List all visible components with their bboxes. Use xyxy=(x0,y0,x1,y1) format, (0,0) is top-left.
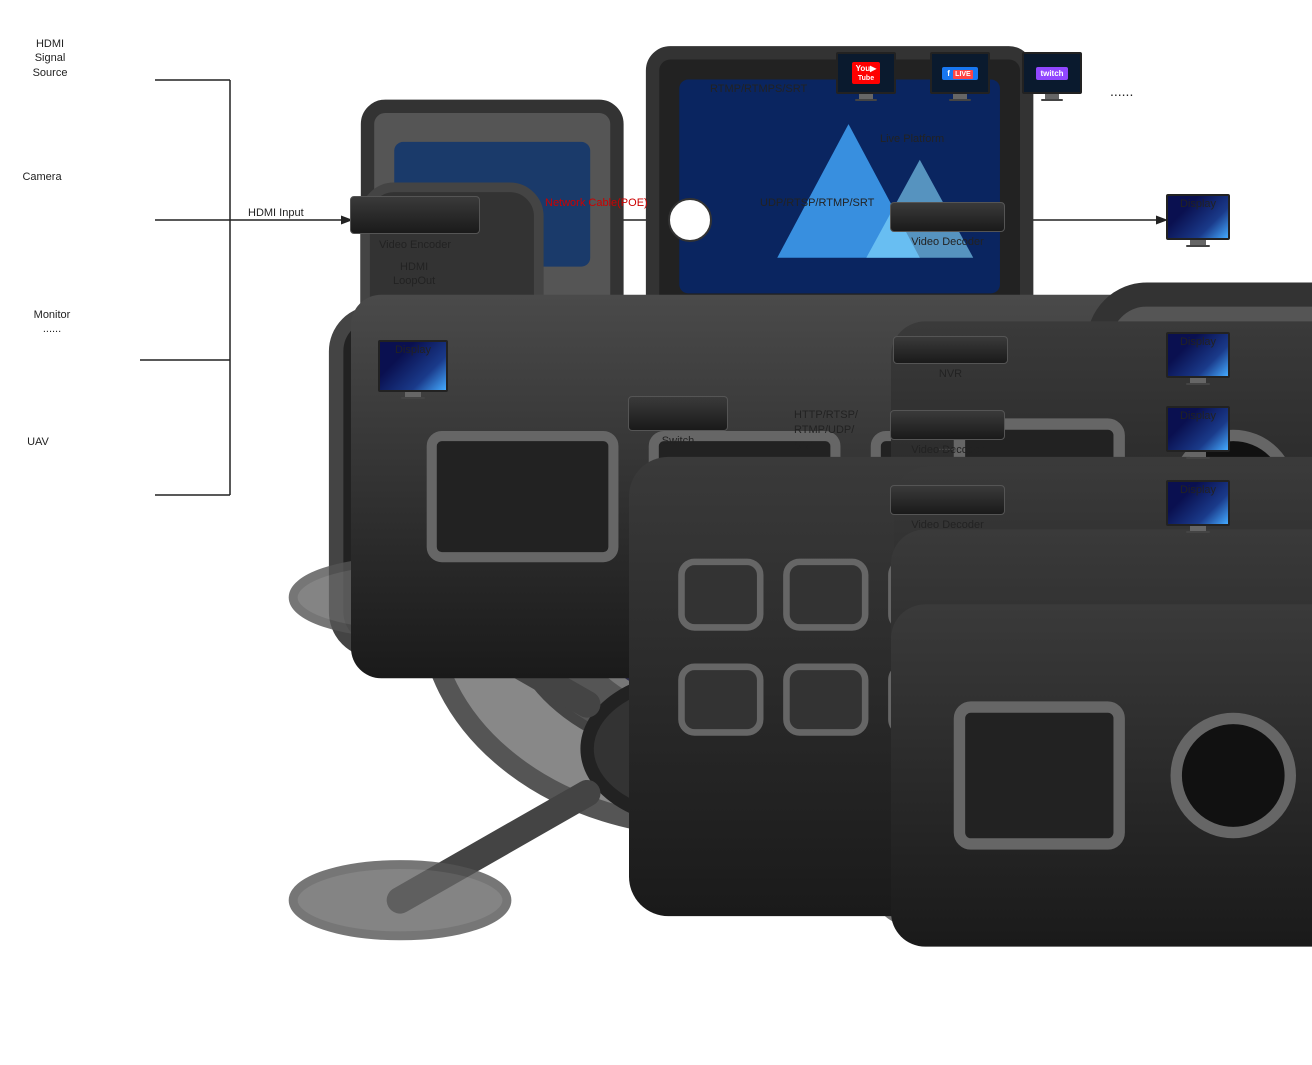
youtube-platform: You▶ Tube xyxy=(836,52,896,101)
hdmi-input-label: HDMI Input xyxy=(248,206,304,220)
hdmi-source-label: HDMI Signal Source xyxy=(33,37,68,80)
encoder-label: Video Encoder xyxy=(350,238,480,252)
display-nvr-container: Display xyxy=(1166,332,1230,385)
twitch-screen: twitch xyxy=(1022,52,1082,94)
video-decoder-mid-container: Video Decoder ...... xyxy=(890,410,1005,440)
decoder-bot-svg xyxy=(891,486,1312,1065)
facebook-platform: f LIVE xyxy=(930,52,990,101)
poe-icon-container xyxy=(668,198,712,242)
display-top-container: Display xyxy=(1166,194,1230,247)
decoder-mid-dots: ...... xyxy=(890,440,1005,454)
switch-box xyxy=(628,396,728,431)
display-mid-label: Display xyxy=(1180,409,1216,423)
loopout-display-label: Display xyxy=(395,343,431,357)
display-mid-container: Display xyxy=(1166,406,1230,459)
network-cable-label: Network Cable(POE) xyxy=(545,196,648,210)
switch-label: Switch xyxy=(628,434,728,448)
display-bot-container: Display xyxy=(1166,480,1230,533)
video-decoder-bot-box xyxy=(890,485,1005,515)
nvr-box xyxy=(893,336,1008,364)
monitor-label: Monitor...... xyxy=(34,308,71,337)
platform-ellipsis: ...... xyxy=(1110,82,1133,100)
http-label: HTTP/RTSP/RTMP/UDP/SRT... xyxy=(794,408,858,454)
network-diagram: HDMI Signal Source Camera xyxy=(0,0,1312,579)
facebook-screen: f LIVE xyxy=(930,52,990,94)
camera-label: Camera xyxy=(22,170,61,184)
video-encoder-box xyxy=(350,196,480,234)
encoder-container: Video Encoder xyxy=(350,196,480,234)
udp-label: UDP/RTSP/RTMP/SRT xyxy=(760,196,874,210)
video-decoder-bot-label: Video Decoder xyxy=(890,518,1005,532)
loopout-display-container: Display xyxy=(378,340,448,399)
switch-container: Switch xyxy=(628,396,728,431)
live-platform-label: Live Platform xyxy=(880,132,944,146)
twitch-platform: twitch xyxy=(1022,52,1082,101)
nvr-label: NVR xyxy=(893,367,1008,381)
video-decoder-mid-box xyxy=(890,410,1005,440)
video-decoder-bot-container: Video Decoder xyxy=(890,485,1005,515)
youtube-screen: You▶ Tube xyxy=(836,52,896,94)
rtmp-label: RTMP/RTMPS/SRT xyxy=(710,82,807,96)
display-top-label: Display xyxy=(1180,197,1216,211)
loopout-label: HDMILoopOut xyxy=(393,260,435,289)
poe-connector-icon xyxy=(668,198,712,242)
uav-label: UAV xyxy=(27,435,49,449)
video-decoder-top-label: Video Decoder xyxy=(890,235,1005,249)
video-decoder-top-container: Video Decoder xyxy=(890,202,1005,232)
video-decoder-top-box xyxy=(890,202,1005,232)
display-nvr-label: Display xyxy=(1180,335,1216,349)
display-bot-label: Display xyxy=(1180,483,1216,497)
nvr-container: NVR xyxy=(893,336,1008,364)
